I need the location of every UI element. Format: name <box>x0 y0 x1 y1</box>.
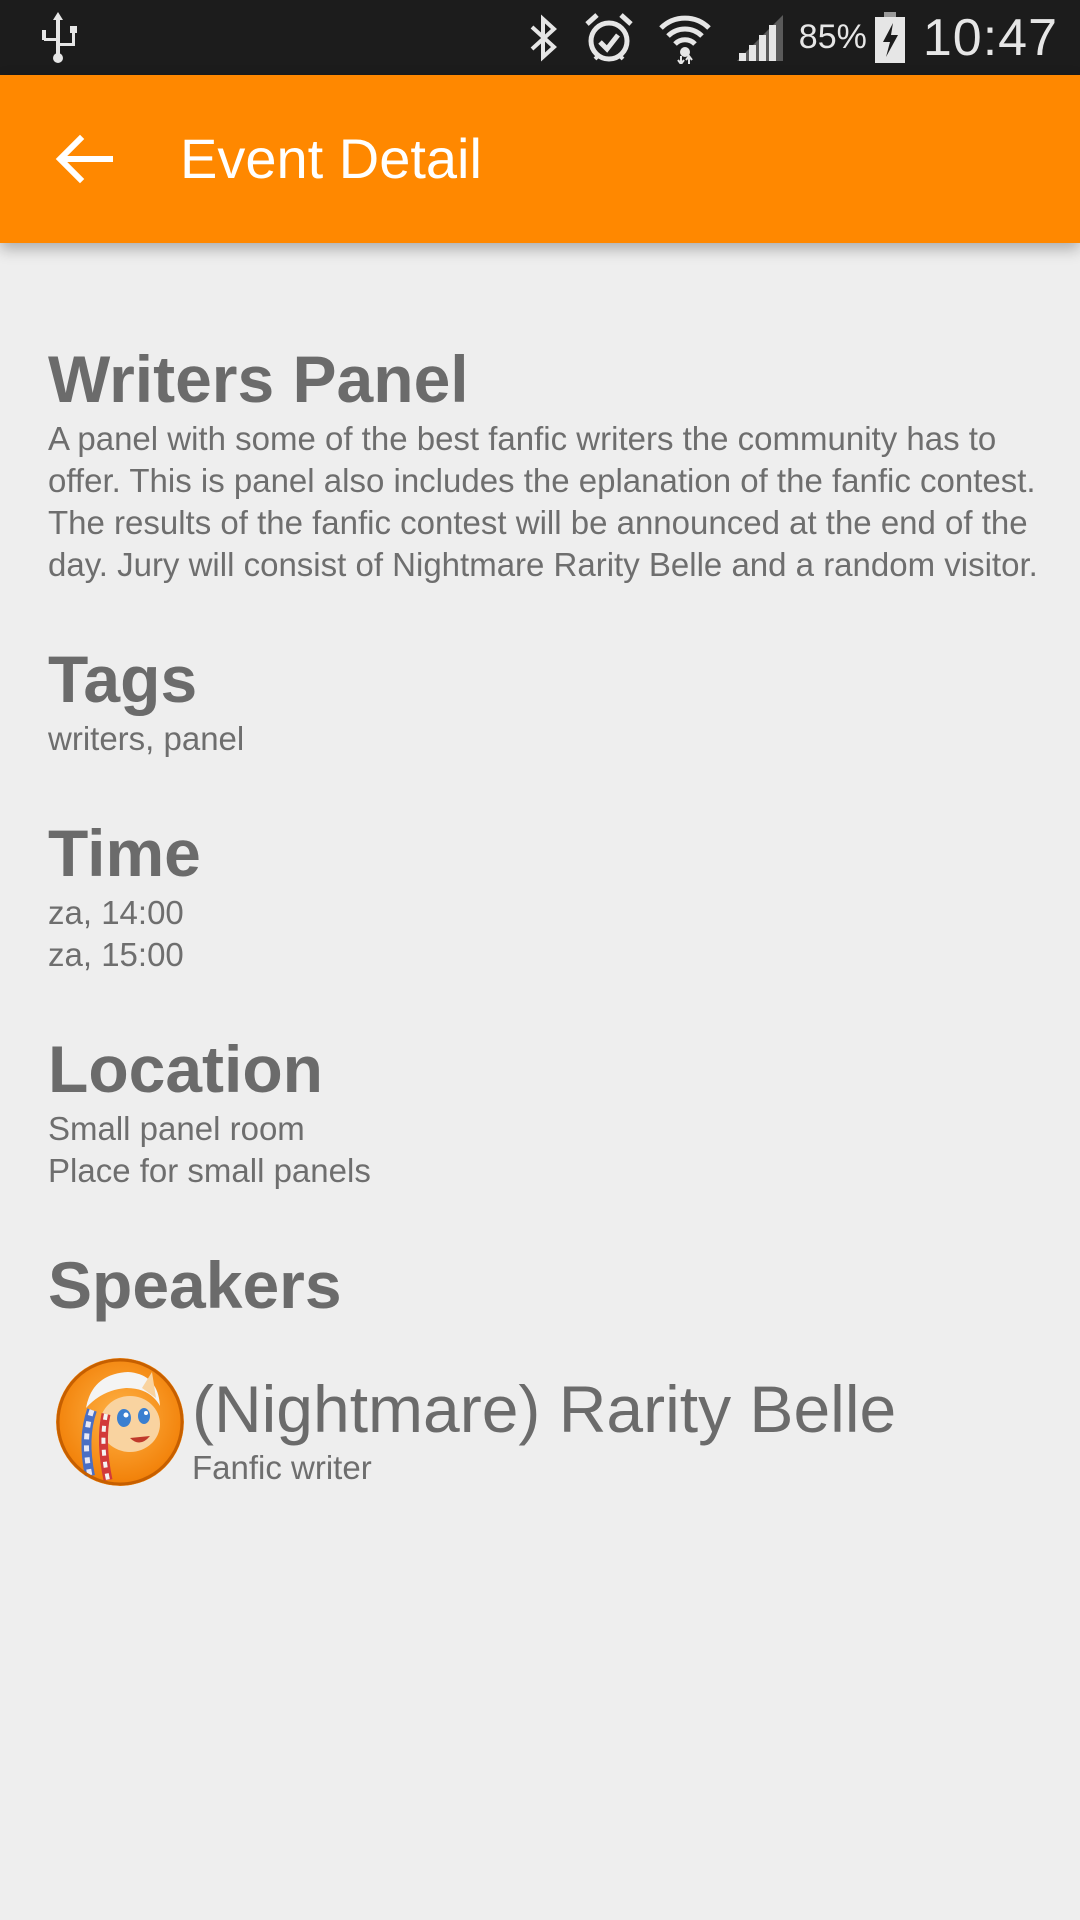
tags-section: Tags writers, panel <box>48 640 1038 760</box>
speaker-info: (Nightmare) Rarity Belle Fanfic writer <box>192 1358 896 1488</box>
event-summary-section: Writers Panel A panel with some of the b… <box>48 340 1038 586</box>
clock: 10:47 <box>922 8 1058 67</box>
time-end: za, 15:00 <box>48 936 184 973</box>
battery-charging-icon <box>874 11 905 63</box>
location-description: Place for small panels <box>48 1152 371 1189</box>
location-section: Location Small panel room Place for smal… <box>48 1030 1038 1192</box>
location-name: Small panel room <box>48 1110 305 1147</box>
tags-value: writers, panel <box>48 720 245 757</box>
back-arrow-icon[interactable] <box>52 127 116 191</box>
speaker-avatar <box>56 1358 184 1486</box>
signal-icon <box>736 14 783 61</box>
alarm-icon <box>585 12 633 61</box>
event-detail-content: Writers Panel A panel with some of the b… <box>48 340 1038 1542</box>
tags-heading: Tags <box>48 642 198 716</box>
speaker-role: Fanfic writer <box>192 1449 372 1486</box>
speakers-section: Speakers (Nightmare) Rarity Belle Fanfic… <box>48 1246 1038 1488</box>
time-start: za, 14:00 <box>48 894 184 931</box>
bluetooth-icon <box>530 13 557 62</box>
page-title: Event Detail <box>180 127 482 190</box>
event-description: A panel with some of the best fanfic wri… <box>48 420 1038 583</box>
speaker-name: (Nightmare) Rarity Belle <box>192 1372 897 1446</box>
usb-icon <box>42 12 77 63</box>
time-section: Time za, 14:00 za, 15:00 <box>48 814 1038 976</box>
time-heading: Time <box>48 816 201 890</box>
app-bar: Event Detail <box>0 75 1080 243</box>
location-heading: Location <box>48 1032 323 1106</box>
status-bar: 85% 10:47 <box>0 0 1080 75</box>
wifi-icon <box>659 15 711 64</box>
speaker-item[interactable]: (Nightmare) Rarity Belle Fanfic writer <box>48 1358 1038 1488</box>
battery-percent: 85% <box>798 18 867 56</box>
event-title: Writers Panel <box>48 342 469 416</box>
speakers-heading: Speakers <box>48 1248 342 1322</box>
